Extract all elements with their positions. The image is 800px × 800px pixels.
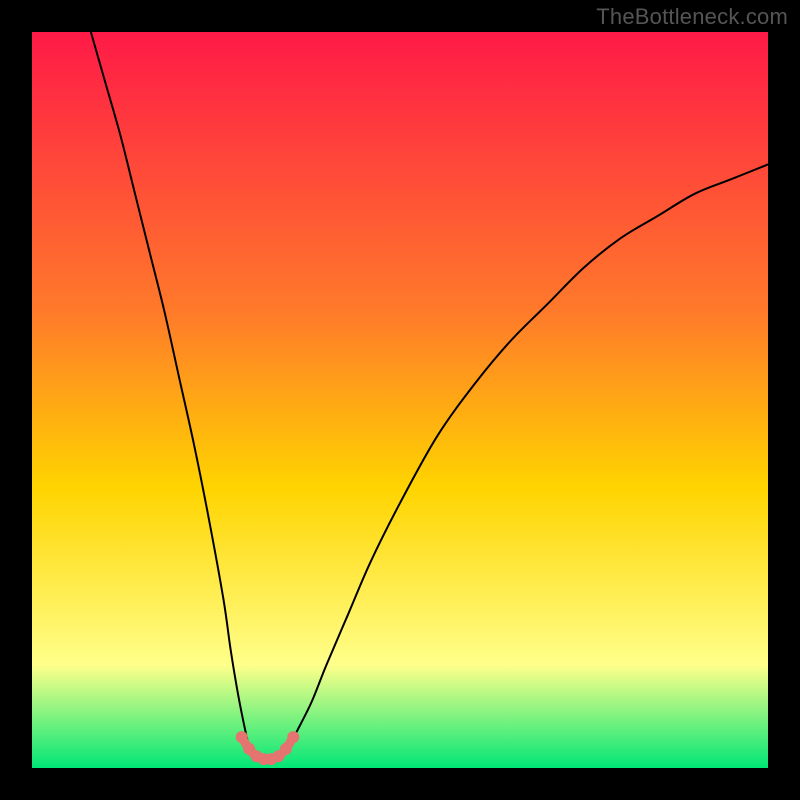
gradient-background [32,32,768,768]
marker-bottom-arc [287,731,299,743]
watermark-text: TheBottleneck.com [596,4,788,30]
chart-frame [32,32,768,768]
bottleneck-curve-chart [32,32,768,768]
marker-bottom-arc [280,743,292,755]
marker-bottom-arc [236,731,248,743]
